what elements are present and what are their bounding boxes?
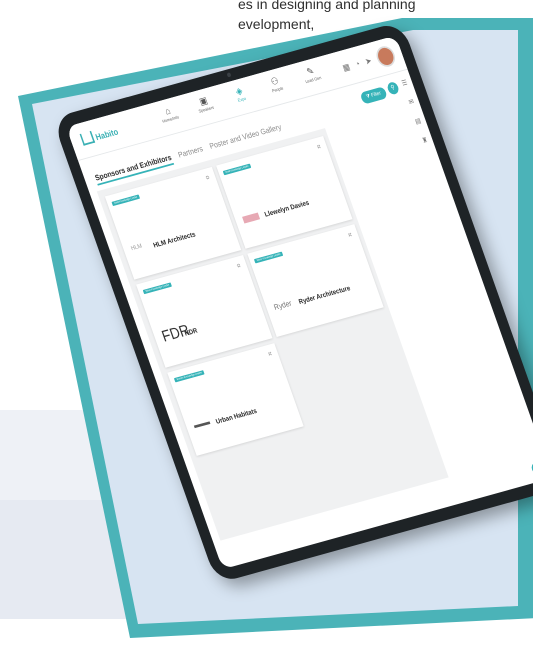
company-logo bbox=[193, 421, 211, 429]
company-logo bbox=[242, 212, 261, 224]
tier-badge: Silver Knowledge Leader bbox=[253, 251, 284, 264]
tier-badge: Gold Knowledge Leader bbox=[111, 194, 141, 207]
tab-partners[interactable]: Partners bbox=[177, 144, 205, 162]
bookmark-icon[interactable]: ⌗ bbox=[347, 231, 353, 240]
company-logo: Ryder bbox=[272, 298, 293, 312]
bookmark-icon[interactable]: ⌗ bbox=[267, 350, 273, 359]
nav-expo[interactable]: ◈ Expo bbox=[225, 83, 255, 106]
tablet-stage: Habito ⌂ Home/Info ▣ Speakers ◈ Expo ⚇ P… bbox=[20, 21, 533, 660]
company-logo: HLM bbox=[130, 243, 143, 252]
nav-home[interactable]: ⌂ Home/Info bbox=[154, 103, 184, 126]
nav-speakers[interactable]: ▣ Speakers bbox=[190, 93, 220, 116]
tier-badge: Bronze Knowledge Leader bbox=[173, 370, 205, 383]
company-name: Urban Habitats bbox=[214, 406, 258, 426]
chat-icon[interactable]: ✉ bbox=[408, 98, 415, 107]
main-nav: ⌂ Home/Info ▣ Speakers ◈ Expo ⚇ People ✎… bbox=[154, 64, 326, 126]
nav-people[interactable]: ⚇ People bbox=[261, 73, 291, 96]
company-name: HLM Architects bbox=[152, 230, 197, 250]
calendar-icon[interactable]: ▦ bbox=[341, 62, 351, 73]
filter-button[interactable]: ⧩ Filter bbox=[359, 86, 388, 105]
bookmark-icon[interactable]: ⌗ bbox=[316, 143, 322, 152]
nav-lead-gen[interactable]: ✎ Lead Gen bbox=[297, 64, 327, 87]
bookmark-icon[interactable]: ⌗ bbox=[236, 262, 242, 271]
send-icon[interactable]: ➤ bbox=[364, 56, 373, 67]
tier-badge: Gold Knowledge Leader bbox=[222, 163, 252, 176]
search-button[interactable]: ⚲ bbox=[386, 81, 401, 96]
bell-icon[interactable]: ◔ bbox=[354, 59, 362, 69]
list-icon[interactable]: ▤ bbox=[414, 117, 422, 126]
app-logo[interactable]: Habito bbox=[79, 124, 120, 146]
exhibitor-grid: Gold Knowledge Leader ⌗ HLM HLM Architec… bbox=[96, 128, 449, 541]
company-name: Llewelyn Davies bbox=[263, 198, 311, 219]
menu-icon[interactable]: ☰ bbox=[401, 78, 409, 87]
trophy-icon[interactable]: ♜ bbox=[421, 136, 429, 145]
tablet-device: Habito ⌂ Home/Info ▣ Speakers ◈ Expo ⚇ P… bbox=[52, 21, 533, 584]
search-icon: ⚲ bbox=[390, 84, 396, 92]
side-toolbar: ☰ ✉ ▤ ♜ bbox=[399, 78, 431, 145]
tier-badge: Silver Knowledge Leader bbox=[142, 282, 173, 295]
logo-icon bbox=[79, 130, 96, 146]
intro-line-1: es in designing and planning bbox=[238, 0, 416, 12]
tablet-screen: Habito ⌂ Home/Info ▣ Speakers ◈ Expo ⚇ P… bbox=[66, 35, 533, 570]
bookmark-icon[interactable]: ⌗ bbox=[205, 173, 211, 182]
company-name: HDR bbox=[183, 326, 199, 338]
camera-icon bbox=[226, 72, 232, 78]
company-name: Ryder Architecture bbox=[297, 284, 352, 306]
avatar[interactable] bbox=[373, 44, 398, 69]
tablet: Habito ⌂ Home/Info ▣ Speakers ◈ Expo ⚇ P… bbox=[52, 21, 533, 584]
header-actions: ▦ ◔ ➤ bbox=[340, 44, 398, 78]
